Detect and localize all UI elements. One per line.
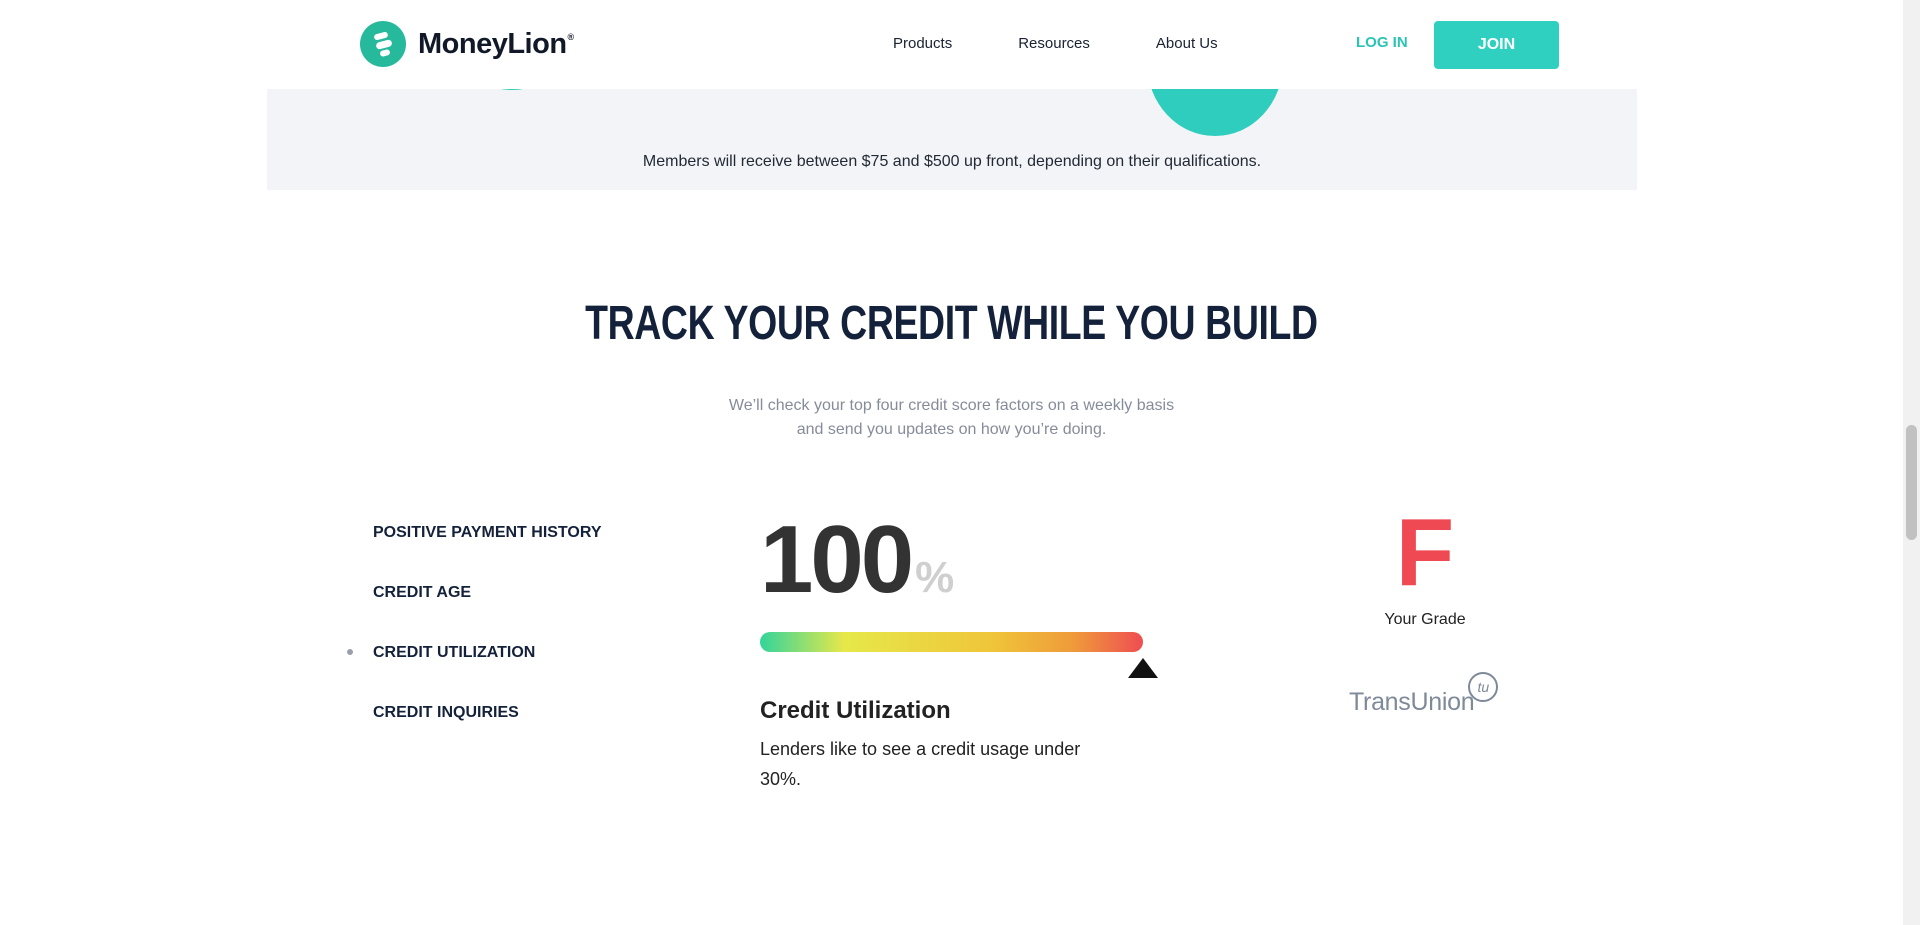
benefits-note: Members will receive between $75 and $50… (642, 153, 1262, 170)
factor-positive-payment-history[interactable]: POSITIVE PAYMENT HISTORY (373, 524, 602, 542)
site-header: MoneyLion® Products Resources About Us L… (0, 0, 1903, 89)
percentage-value: 100 (760, 506, 914, 613)
factor-credit-utilization[interactable]: CREDIT UTILIZATION (373, 644, 535, 662)
credit-grade: F (1395, 499, 1455, 606)
section-title: TRACK YOUR CREDIT WHILE YOU BUILD (585, 297, 1318, 350)
section-subtitle: We’ll check your top four credit score f… (728, 397, 1175, 438)
transunion-logo: TransUnion tu (1349, 672, 1499, 717)
scrollbar-thumb[interactable] (1906, 425, 1917, 540)
nav-resources[interactable]: Resources (1018, 35, 1090, 52)
factor-detail-description: Lenders like to see a credit usage under… (760, 739, 1081, 789)
factor-credit-age[interactable]: CREDIT AGE (373, 584, 471, 602)
moneylion-logo[interactable]: MoneyLion® (360, 21, 574, 67)
percent-sign: % (915, 553, 955, 602)
login-link[interactable]: LOG IN (1356, 34, 1408, 51)
factor-detail-title: Credit Utilization (760, 697, 951, 724)
gauge-marker-icon (1128, 658, 1158, 678)
main-nav: Products Resources About Us (893, 35, 1218, 52)
utilization-gauge (760, 632, 1143, 652)
lion-logo-icon (360, 21, 406, 67)
transunion-mark-icon: tu (1468, 672, 1499, 702)
utilization-percentage: 100% (760, 505, 954, 615)
active-factor-indicator (347, 649, 353, 655)
brand-name: MoneyLion® (418, 27, 574, 60)
page-scrollbar[interactable] (1903, 0, 1920, 925)
join-button[interactable]: JOIN (1434, 21, 1559, 69)
nav-about-us[interactable]: About Us (1156, 35, 1218, 52)
grade-label: Your Grade (1384, 611, 1466, 628)
nav-products[interactable]: Products (893, 35, 952, 52)
factor-credit-inquiries[interactable]: CREDIT INQUIRIES (373, 704, 519, 722)
